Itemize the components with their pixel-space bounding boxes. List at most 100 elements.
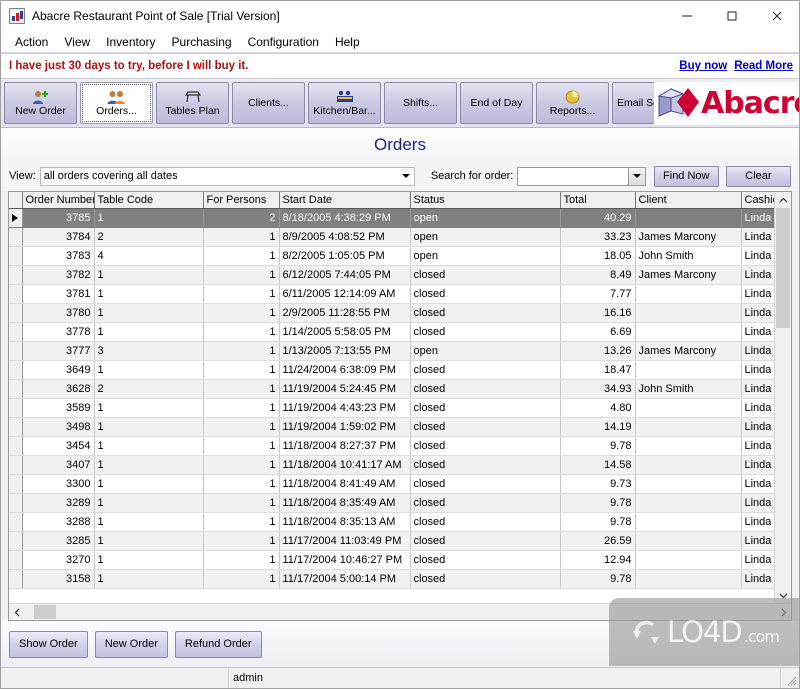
cell-status: open <box>410 227 561 247</box>
row-indicator[interactable] <box>9 284 23 304</box>
row-indicator[interactable] <box>9 227 23 247</box>
table-row[interactable]: 3285 1 1 11/17/2004 11:03:49 PM closed 26.59 L… <box>9 531 774 551</box>
column-header-client[interactable]: Client <box>635 192 742 209</box>
table-row[interactable]: 3780 1 1 2/9/2005 11:28:55 PM closed 16.16 Lin… <box>9 303 774 323</box>
column-header-status[interactable]: Status <box>410 192 561 209</box>
toolbar-button-clients[interactable]: Clients... <box>232 82 305 124</box>
row-indicator[interactable] <box>9 436 23 456</box>
menu-item-configuration[interactable]: Configuration <box>240 33 327 51</box>
column-header-cashier[interactable]: Cashier <box>741 192 774 209</box>
menu-item-view[interactable]: View <box>56 33 98 51</box>
column-header-order-number[interactable]: Order Number <box>22 192 95 209</box>
table-row[interactable]: 3288 1 1 11/18/2004 8:35:13 AM closed 9.78 Lin… <box>9 512 774 532</box>
row-indicator[interactable] <box>9 474 23 494</box>
toolbar-label: Shifts... <box>402 96 438 109</box>
table-row[interactable]: 3777 3 1 1/13/2005 7:13:55 PM open 13.26 James… <box>9 341 774 361</box>
column-header-total[interactable]: Total <box>560 192 636 209</box>
refund-order-button[interactable]: Refund Order <box>174 630 262 658</box>
row-indicator[interactable] <box>9 550 23 570</box>
table-row[interactable]: 3778 1 1 1/14/2005 5:58:05 PM closed 6.69 Lind… <box>9 322 774 342</box>
table-row[interactable]: 3300 1 1 11/18/2004 8:41:49 AM closed 9.73 Lin… <box>9 474 774 494</box>
show-order-button[interactable]: Show Order <box>9 630 88 658</box>
menu-item-inventory[interactable]: Inventory <box>98 33 163 51</box>
column-header-start-date[interactable]: Start Date <box>279 192 411 209</box>
cell-table-code: 1 <box>94 474 204 494</box>
cell-order-number: 3783 <box>22 246 95 266</box>
menu-bar: Action View Inventory Purchasing Configu… <box>1 31 799 53</box>
row-indicator[interactable] <box>9 531 23 551</box>
row-indicator[interactable] <box>9 569 23 589</box>
table-row[interactable]: 3628 2 1 11/19/2004 5:24:45 PM closed 34.93 Jo… <box>9 379 774 399</box>
table-row[interactable]: 3289 1 1 11/18/2004 8:35:49 AM closed 9.78 Lin… <box>9 493 774 513</box>
toolbar-button-shifts[interactable]: Shifts... <box>384 82 457 124</box>
row-indicator[interactable] <box>9 455 23 475</box>
table-row[interactable]: 3785 1 2 8/18/2005 4:38:29 PM open 40.29 Linda… <box>9 208 774 228</box>
menu-item-help[interactable]: Help <box>327 33 368 51</box>
table-row[interactable]: 3454 1 1 11/18/2004 8:27:37 PM closed 9.78 Lin… <box>9 436 774 456</box>
search-order-input[interactable] <box>517 166 646 186</box>
row-indicator[interactable] <box>9 417 23 437</box>
buy-now-link[interactable]: Buy now <box>679 60 727 72</box>
cell-for-persons: 1 <box>203 227 280 247</box>
column-header-table-code[interactable]: Table Code <box>94 192 204 209</box>
toolbar-button-reports[interactable]: Reports... <box>536 82 609 124</box>
new-order-button[interactable]: New Order <box>94 630 168 658</box>
vertical-scroll-thumb[interactable] <box>776 208 790 328</box>
menu-item-purchasing[interactable]: Purchasing <box>164 33 240 51</box>
row-indicator[interactable] <box>9 341 23 361</box>
horizontal-scroll-thumb[interactable] <box>34 605 56 619</box>
maximize-button[interactable] <box>709 1 754 31</box>
chevron-down-icon[interactable] <box>398 168 414 185</box>
row-indicator[interactable] <box>9 493 23 513</box>
row-indicator[interactable] <box>9 303 23 323</box>
cell-for-persons: 1 <box>203 474 280 494</box>
vertical-scrollbar[interactable] <box>774 192 791 603</box>
scroll-left-button[interactable] <box>9 604 25 620</box>
cell-table-code: 1 <box>94 436 204 456</box>
table-row[interactable]: 3781 1 1 6/11/2005 12:14:09 AM closed 7.77 Lin… <box>9 284 774 304</box>
resize-grip-icon[interactable] <box>781 668 799 688</box>
cell-status: closed <box>410 474 561 494</box>
orders-grid: Order Number Table Code For Persons Star… <box>8 191 792 621</box>
scroll-right-button[interactable] <box>775 604 791 620</box>
table-row[interactable]: 3407 1 1 11/18/2004 10:41:17 AM closed 14.58 L… <box>9 455 774 475</box>
vertical-scroll-track[interactable] <box>775 208 791 587</box>
row-indicator[interactable] <box>9 322 23 342</box>
toolbar-button-end-of-day[interactable]: End of Day <box>460 82 533 124</box>
read-more-link[interactable]: Read More <box>734 60 793 72</box>
menu-item-action[interactable]: Action <box>7 33 56 51</box>
table-row[interactable]: 3782 1 1 6/12/2005 7:44:05 PM closed 8.49 Jame… <box>9 265 774 285</box>
row-indicator[interactable] <box>9 379 23 399</box>
table-row[interactable]: 3649 1 1 11/24/2004 6:38:09 PM closed 18.47 Li… <box>9 360 774 380</box>
row-indicator[interactable] <box>9 360 23 380</box>
scroll-down-button[interactable] <box>775 587 791 603</box>
clear-button[interactable]: Clear <box>725 165 791 187</box>
find-now-button[interactable]: Find Now <box>653 165 719 187</box>
row-indicator[interactable] <box>9 208 23 228</box>
toolbar-button-kitchen-bar[interactable]: Kitchen/Bar... <box>308 82 381 124</box>
row-indicator[interactable] <box>9 265 23 285</box>
table-row[interactable]: 3589 1 1 11/19/2004 4:43:23 PM closed 4.80 Lin… <box>9 398 774 418</box>
column-header-for-persons[interactable]: For Persons <box>203 192 280 209</box>
table-row[interactable]: 3783 4 1 8/2/2005 1:05:05 PM open 18.05 John S… <box>9 246 774 266</box>
minimize-button[interactable] <box>664 1 709 31</box>
table-row[interactable]: 3498 1 1 11/19/2004 1:59:02 PM closed 14.19 Li… <box>9 417 774 437</box>
chevron-down-icon[interactable] <box>627 167 645 185</box>
close-button[interactable] <box>754 1 799 31</box>
toolbar-button-new-order[interactable]: New Order <box>4 82 77 124</box>
row-indicator[interactable] <box>9 398 23 418</box>
horizontal-scrollbar[interactable] <box>9 603 791 620</box>
view-filter-select[interactable]: all orders covering all dates <box>39 166 415 186</box>
cell-status: closed <box>410 379 561 399</box>
table-row[interactable]: 3784 2 1 8/9/2005 4:08:52 PM open 33.23 James … <box>9 227 774 247</box>
table-row[interactable]: 3158 1 1 11/17/2004 5:00:14 PM closed 9.78 Lin… <box>9 569 774 589</box>
horizontal-scroll-track[interactable] <box>25 604 775 620</box>
row-indicator[interactable] <box>9 512 23 532</box>
cell-for-persons: 1 <box>203 550 280 570</box>
scroll-up-button[interactable] <box>775 192 791 208</box>
toolbar-button-orders[interactable]: Orders... <box>80 82 153 124</box>
table-row[interactable]: 3270 1 1 11/17/2004 10:46:27 PM closed 12.94 L… <box>9 550 774 570</box>
toolbar-button-tables-plan[interactable]: Tables Plan <box>156 82 229 124</box>
title-bar: Abacre Restaurant Point of Sale [Trial V… <box>1 1 799 31</box>
row-indicator[interactable] <box>9 246 23 266</box>
